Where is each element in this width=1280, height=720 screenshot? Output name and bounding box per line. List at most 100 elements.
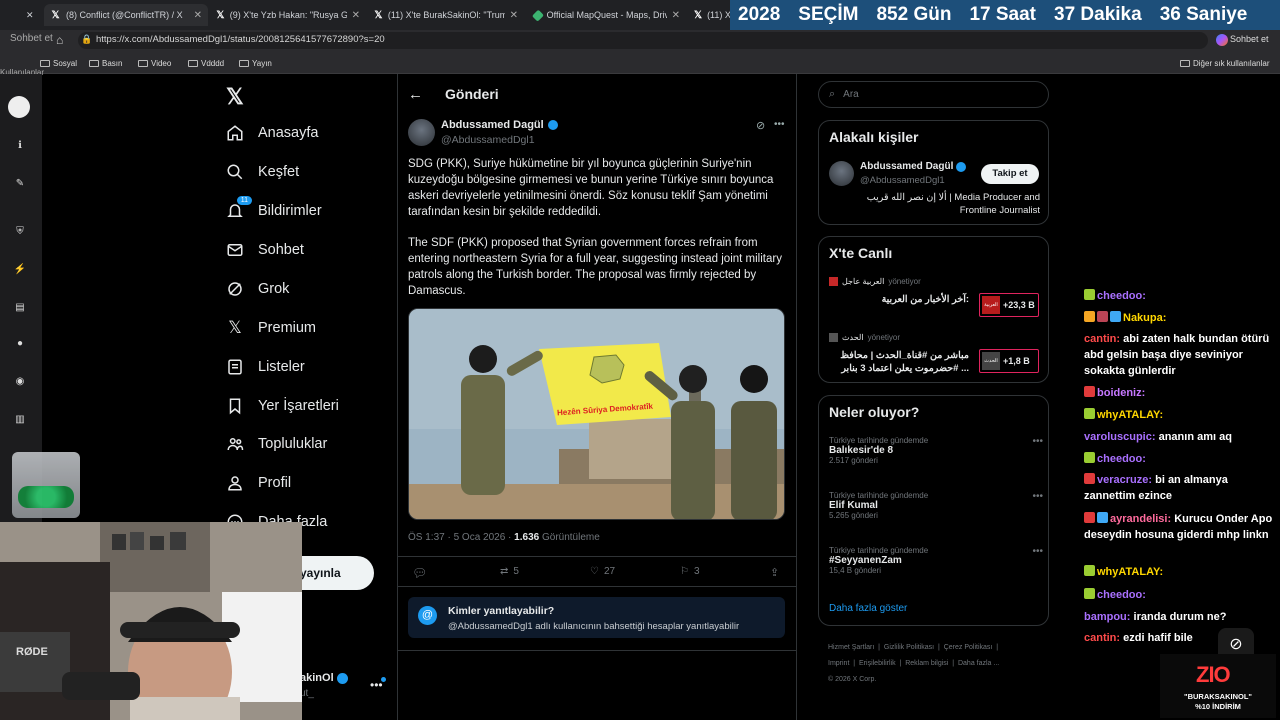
follow-button[interactable]: Takip et <box>981 164 1039 184</box>
x-logo-icon[interactable]: 𝕏 <box>226 84 244 110</box>
tab-5[interactable]: 𝕏 (11) X <box>688 4 732 26</box>
author-name-row[interactable]: Abdussamed Dagül <box>441 119 558 131</box>
footer-link[interactable]: Hizmet Şartları <box>828 644 874 651</box>
retweet-icon: ⇄ <box>500 566 509 577</box>
chat-username[interactable]: cheedoo: <box>1097 589 1146 601</box>
tab-1[interactable]: 𝕏 (8) Conflict (@ConflictTR) / X ✕ <box>44 4 208 26</box>
like-button[interactable]: ♡ 27 <box>590 566 615 577</box>
bookmark-folder[interactable]: Yayın <box>239 59 272 68</box>
post-time[interactable]: ÖS 1:37 · 5 Oca 2026 · <box>408 532 514 543</box>
sohbet-side-label[interactable]: Sohbet et <box>10 33 53 44</box>
nav-communities[interactable]: Topluluklar <box>226 435 327 453</box>
url-bar[interactable]: https://x.com/AbdussamedDgl1/status/2008… <box>78 32 1208 49</box>
show-more-link[interactable]: Daha fazla göster <box>829 603 907 614</box>
chat-username[interactable]: cantin: <box>1084 333 1120 345</box>
chat-username[interactable]: boideniz: <box>1097 387 1145 399</box>
shield-icon[interactable]: ⛨ <box>12 224 28 240</box>
more-dots-icon[interactable]: ••• <box>1032 546 1043 557</box>
copilot-icon[interactable] <box>1216 34 1228 46</box>
layout-icon[interactable]: ▥ <box>12 412 28 428</box>
trend-item[interactable]: Türkiye tarihinde gündemde Elif Kumal 5.26… <box>829 491 1043 520</box>
chat-username[interactable]: whyATALAY: <box>1097 409 1163 421</box>
tab-2[interactable]: 𝕏 (9) X'te Yzb Hakan: "Rusya Güveni... ✕ <box>210 4 366 26</box>
chat-username[interactable]: Nakupa: <box>1123 312 1166 324</box>
url-text[interactable]: https://x.com/AbdussamedDgl1/status/2008… <box>96 34 385 45</box>
retweet-button[interactable]: ⇄ 5 <box>500 566 519 577</box>
reply-icon[interactable]: 💬︎ <box>412 566 427 580</box>
live-host-row[interactable]: العربية عاجل yönetiyor <box>829 277 921 286</box>
bookmark-folder[interactable]: Basın <box>89 59 122 68</box>
back-arrow-icon[interactable]: ← <box>408 86 423 103</box>
tab-sidebar-toggle[interactable]: ✕ <box>0 4 42 26</box>
info-icon[interactable]: ℹ <box>12 138 28 154</box>
nav-explore[interactable]: Keşfet <box>226 163 299 181</box>
nav-premium[interactable]: 𝕏 Premium <box>226 318 316 337</box>
chat-username[interactable]: cheedoo: <box>1097 453 1146 465</box>
bookmark-button[interactable]: ⚐ 3 <box>680 566 700 577</box>
chat-username[interactable]: cantin: <box>1084 632 1120 644</box>
nav-label: Grok <box>258 281 290 297</box>
footer-link[interactable]: Erişilebilirlik <box>859 660 896 667</box>
author-avatar[interactable] <box>408 119 435 146</box>
nav-chat[interactable]: Sohbet <box>226 241 304 259</box>
nav-profile[interactable]: Profil <box>226 474 291 492</box>
live-host-row[interactable]: الحدث yönetiyor <box>829 333 900 342</box>
live-title[interactable]: آخر الأخبار من العربية: <box>829 294 969 305</box>
post-image[interactable]: Hezên Sûriya Demokratîk <box>408 308 785 520</box>
search-box[interactable]: ⌕ Ara <box>818 81 1049 108</box>
footer-link[interactable]: Daha fazla ... <box>958 660 999 667</box>
bookmark-folder[interactable]: Video <box>138 59 171 68</box>
related-avatar[interactable] <box>829 161 854 186</box>
trend-item[interactable]: Türkiye tarihinde gündemde Balıkesir'de 8… <box>829 436 1043 465</box>
more-dots-icon[interactable]: ••• <box>1032 491 1043 502</box>
bolt-icon[interactable]: ⚡ <box>12 262 28 278</box>
tab-close-icon[interactable]: ✕ <box>352 10 360 21</box>
nav-lists[interactable]: Listeler <box>226 358 305 376</box>
live-thumbnail[interactable]: العربية +23,3 B <box>979 293 1039 317</box>
chat-username[interactable]: cheedoo: <box>1097 290 1146 302</box>
bookmark-folder[interactable]: Vdddd <box>188 59 224 68</box>
nav-home[interactable]: Anasayfa <box>226 124 318 142</box>
other-bookmarks[interactable]: Diğer sık kullanılanlar <box>1180 59 1269 68</box>
sidebar-app-icon[interactable] <box>8 96 30 118</box>
close-icon[interactable]: ✕ <box>26 10 34 21</box>
live-title[interactable]: مباشر من #قناة_الحدث | محافظ #حضرموت يعل… <box>829 349 969 375</box>
related-name[interactable]: Abdussamed Dagül <box>860 161 953 172</box>
tab-3[interactable]: 𝕏 (11) X'te BurakSakinOl: "Trump: "V... ✕ <box>368 4 524 26</box>
document-icon[interactable]: ▤ <box>12 300 28 316</box>
share-icon[interactable]: ⇪ <box>770 566 779 579</box>
footer-link[interactable]: Imprint <box>828 660 849 667</box>
trend-item[interactable]: Türkiye tarihinde gündemde #SeyyanenZam 15… <box>829 546 1043 575</box>
nav-notifications[interactable]: 11 Bildirimler <box>226 196 322 220</box>
chat-icon[interactable]: ● <box>12 336 28 352</box>
footer-link[interactable]: Çerez Politikası <box>944 644 993 651</box>
nav-grok[interactable]: Grok <box>226 280 289 298</box>
grok-icon[interactable]: ⊘ <box>756 119 765 132</box>
tab-4[interactable]: Official MapQuest - Maps, Driving... ✕ <box>528 4 686 26</box>
chat-username[interactable]: bampou: <box>1084 611 1130 623</box>
more-dots-icon[interactable]: ••• <box>1032 436 1043 447</box>
author-handle[interactable]: @AbdussamedDgl1 <box>441 134 535 146</box>
nav-bookmarks[interactable]: Yer İşaretleri <box>226 397 339 415</box>
home-icon[interactable]: ⌂ <box>56 33 63 47</box>
tab-close-icon[interactable]: ✕ <box>194 10 202 21</box>
sohbet-et-button[interactable]: Sohbet et <box>1230 34 1269 44</box>
tab-close-icon[interactable]: ✕ <box>672 10 680 21</box>
bookmark-folder[interactable]: Sosyal <box>40 59 77 68</box>
footer-link[interactable]: Gizlilik Politikası <box>884 644 934 651</box>
author-name[interactable]: Abdussamed Dagül <box>441 119 544 131</box>
account-switcher[interactable]: akinOl <box>300 672 348 684</box>
chat-username[interactable]: ayrandelisi: <box>1110 513 1171 525</box>
more-dots-icon[interactable]: ••• <box>774 119 785 130</box>
footer-link[interactable]: Reklam bilgisi <box>905 660 948 667</box>
chat-username[interactable]: varoluscupic: <box>1084 431 1156 443</box>
live-thumbnail[interactable]: الحدث +1,8 B <box>979 349 1039 373</box>
chat-username[interactable]: whyATALAY: <box>1097 566 1163 578</box>
chat-username[interactable]: veracruze: <box>1097 474 1152 486</box>
tab-close-icon[interactable]: ✕ <box>510 10 518 21</box>
related-handle[interactable]: @AbdussamedDgl1 <box>860 175 945 186</box>
broadcast-icon[interactable]: ◉ <box>12 374 28 390</box>
pen-icon[interactable]: ✎ <box>12 176 28 192</box>
related-name-row[interactable]: Abdussamed Dagül <box>860 161 967 172</box>
search-input[interactable]: Ara <box>843 89 859 100</box>
